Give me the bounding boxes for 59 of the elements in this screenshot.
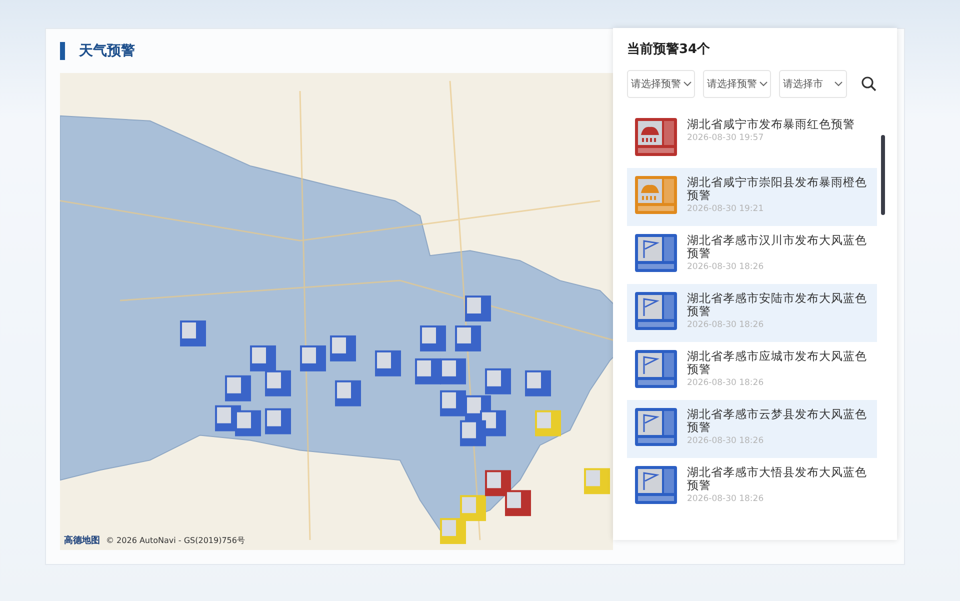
scrollbar-thumb[interactable] bbox=[881, 135, 885, 215]
alert-time: 2026-08-30 18:26 bbox=[687, 262, 765, 272]
warning-marker-icon[interactable] bbox=[584, 468, 610, 494]
alert-title: 湖北省孝感市应城市发布大风蓝色预警 bbox=[687, 350, 868, 376]
warning-marker-icon[interactable] bbox=[250, 345, 276, 372]
search-icon[interactable] bbox=[861, 76, 877, 92]
warning-marker-icon[interactable] bbox=[535, 410, 561, 436]
alert-time: 2026-08-30 18:26 bbox=[687, 320, 765, 330]
alert-item[interactable]: 湖北省孝感市汉川市发布大风蓝色预警 2026-08-30 18:26 bbox=[627, 226, 877, 284]
alert-title: 湖北省孝感市云梦县发布大风蓝色预警 bbox=[687, 408, 868, 434]
section-title: 天气预警 bbox=[79, 42, 135, 60]
filter-select[interactable]: 请选择市 bbox=[779, 70, 847, 98]
map-attribution: © 2026 AutoNavi - GS(2019)756号 bbox=[106, 535, 245, 546]
alert-title: 湖北省咸宁市发布暴雨红色预警 bbox=[687, 118, 855, 131]
warning-marker-icon[interactable] bbox=[415, 358, 441, 384]
alert-item[interactable]: 湖北省孝感市大悟县发布大风蓝色预警 2026-08-30 18:26 bbox=[627, 458, 877, 516]
warning-marker-icon[interactable] bbox=[375, 350, 401, 376]
warning-marker-icon[interactable] bbox=[335, 380, 361, 406]
warning-marker-icon[interactable] bbox=[180, 320, 206, 346]
alert-title: 湖北省孝感市汉川市发布大风蓝色预警 bbox=[687, 234, 868, 260]
warning-marker-icon[interactable] bbox=[420, 325, 446, 352]
alert-item[interactable]: 湖北省咸宁市发布暴雨红色预警 2026-08-30 19:57 bbox=[627, 110, 877, 168]
alert-time: 2026-08-30 19:21 bbox=[687, 204, 765, 214]
chevron-down-icon bbox=[759, 81, 768, 87]
alert-time: 2026-08-30 18:26 bbox=[687, 494, 765, 504]
warning-marker-icon[interactable] bbox=[440, 390, 466, 416]
alert-item[interactable]: 湖北省孝感市安陆市发布大风蓝色预警 2026-08-30 18:26 bbox=[627, 284, 877, 342]
panel-heading: 当前预警34个 bbox=[627, 41, 712, 58]
filter-select[interactable]: 请选择预警 bbox=[627, 70, 695, 98]
alert-time: 2026-08-30 18:26 bbox=[687, 436, 765, 446]
warning-marker-icon[interactable] bbox=[485, 368, 511, 394]
warning-marker-icon[interactable] bbox=[330, 335, 356, 362]
alert-time: 2026-08-30 18:26 bbox=[687, 378, 765, 388]
alert-item[interactable]: 湖北省咸宁市崇阳县发布暴雨橙色预警 2026-08-30 19:21 bbox=[627, 168, 877, 226]
warning-marker-icon[interactable] bbox=[505, 490, 531, 516]
warning-marker-icon[interactable] bbox=[265, 408, 291, 434]
warning-marker-icon[interactable] bbox=[225, 375, 251, 402]
warning-marker-icon[interactable] bbox=[465, 296, 491, 322]
warning-marker-icon[interactable] bbox=[460, 495, 486, 522]
warning-marker-icon[interactable] bbox=[235, 410, 261, 436]
alert-title: 湖北省孝感市安陆市发布大风蓝色预警 bbox=[687, 292, 868, 318]
alert-title: 湖北省咸宁市崇阳县发布暴雨橙色预警 bbox=[687, 176, 868, 202]
alert-item[interactable]: 湖北省孝感市应城市发布大风蓝色预警 2026-08-30 18:26 bbox=[627, 342, 877, 400]
filter-select[interactable]: 请选择预警 bbox=[703, 70, 771, 98]
alert-item[interactable]: 湖北省孝感市云梦县发布大风蓝色预警 2026-08-30 18:26 bbox=[627, 400, 877, 458]
warning-marker-icon[interactable] bbox=[485, 470, 511, 496]
alert-time: 2026-08-30 19:57 bbox=[687, 133, 765, 143]
alert-title: 湖北省孝感市大悟县发布大风蓝色预警 bbox=[687, 466, 868, 492]
warning-marker-icon[interactable] bbox=[455, 325, 481, 352]
warning-marker-icon[interactable] bbox=[440, 518, 466, 544]
warning-marker-icon[interactable] bbox=[265, 370, 291, 396]
title-accent-bar bbox=[60, 42, 65, 60]
map-provider-logo: 高德地图 bbox=[64, 534, 100, 547]
chevron-down-icon bbox=[683, 81, 692, 87]
warning-marker-icon[interactable] bbox=[460, 420, 486, 446]
warning-marker-icon[interactable] bbox=[440, 358, 466, 384]
chevron-down-icon bbox=[834, 81, 843, 87]
warning-marker-icon[interactable] bbox=[525, 370, 551, 396]
warning-marker-icon[interactable] bbox=[300, 345, 326, 372]
